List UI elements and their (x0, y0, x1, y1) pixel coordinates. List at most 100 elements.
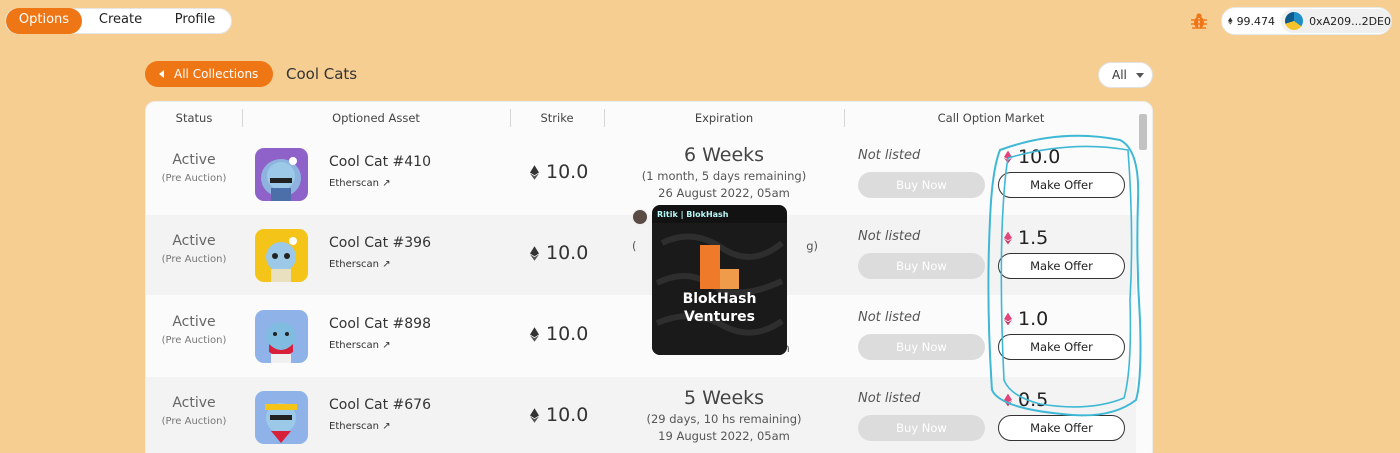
external-link-icon: ↗ (382, 340, 391, 351)
wallet-balance: 99.474 (1236, 14, 1276, 28)
watermark-title: Ritik | BlokHash (657, 210, 729, 219)
status-cell: Active (Pre Auction) (146, 314, 242, 346)
strike-price: 10.0 (530, 404, 588, 426)
options-table: Status Optioned Asset Strike Expiration … (145, 101, 1153, 453)
table-row: Active (Pre Auction) Cool Cat #898 Ether… (146, 296, 1136, 376)
expiration-remaining: (1 month, 5 days remaining) (641, 169, 807, 183)
eth-icon (530, 407, 539, 423)
external-link-icon: ↗ (382, 178, 391, 189)
nft-thumbnail[interactable] (255, 310, 308, 363)
author-avatar (632, 209, 648, 225)
nft-thumbnail[interactable] (255, 148, 308, 201)
offer-value: 1.0 (1018, 308, 1049, 330)
main-nav: Options Create Profile (5, 8, 232, 34)
expiration-date: 26 August 2022, 05am (658, 186, 790, 200)
expiration-remaining-right: g) (806, 239, 818, 253)
expiration-duration: 5 Weeks (683, 387, 765, 409)
blokhash-logo (652, 223, 787, 355)
account-button[interactable]: 0xA209...2DE0 (1281, 9, 1391, 33)
etherscan-label: Etherscan (329, 178, 380, 189)
etherscan-label: Etherscan (329, 340, 380, 351)
nft-thumbnail[interactable] (255, 391, 308, 444)
table-row: Active (Pre Auction) Cool Cat #396 Ether… (146, 215, 1136, 295)
bug-icon[interactable] (1190, 12, 1208, 30)
offer-price: 0.5 (1004, 389, 1048, 411)
status-sub: (Pre Auction) (161, 416, 227, 427)
offer-value: 10.0 (1018, 146, 1061, 168)
asset-name: Cool Cat #676 (329, 397, 431, 413)
status-sub: (Pre Auction) (161, 254, 227, 265)
eth-icon (1228, 17, 1233, 25)
col-strike: Strike (540, 111, 574, 125)
all-collections-button[interactable]: All Collections (145, 61, 273, 87)
offer-value: 1.5 (1018, 227, 1049, 249)
eth-icon (530, 164, 539, 180)
tab-options[interactable]: Options (6, 8, 82, 34)
tab-create[interactable]: Create (82, 8, 159, 34)
status-label: Active (172, 152, 216, 168)
scrollbar-thumb[interactable] (1139, 114, 1147, 150)
etherscan-link[interactable]: Etherscan ↗ (329, 340, 391, 351)
brand-line-1: BlokHash (682, 291, 757, 307)
external-link-icon: ↗ (382, 259, 391, 270)
eth-icon (1004, 150, 1012, 164)
offer-price: 1.0 (1004, 308, 1048, 330)
etherscan-label: Etherscan (329, 259, 380, 270)
status-cell: Active (Pre Auction) (146, 233, 242, 265)
etherscan-link[interactable]: Etherscan ↗ (329, 259, 391, 270)
expiration-date: 19 August 2022, 05am (658, 429, 790, 443)
make-offer-button[interactable]: Make Offer (998, 415, 1125, 441)
buy-now-button[interactable]: Buy Now (858, 415, 985, 441)
offer-value: 0.5 (1018, 389, 1049, 411)
nft-thumbnail[interactable] (255, 229, 308, 282)
buy-now-button[interactable]: Buy Now (858, 253, 985, 279)
expiration-remaining-left: ( (632, 239, 637, 253)
watermark-card: Ritik | BlokHash BlokHash Ventures (652, 205, 787, 355)
table-row: Active (Pre Auction) Cool Cat #676 Ether… (146, 377, 1136, 453)
tab-profile[interactable]: Profile (159, 8, 231, 34)
status-sub: (Pre Auction) (161, 335, 227, 346)
make-offer-button[interactable]: Make Offer (998, 334, 1125, 360)
all-collections-label: All Collections (174, 67, 259, 81)
expiration-cell: 5 Weeks (29 days, 10 hs remaining) 19 Au… (606, 387, 842, 443)
offer-price: 10.0 (1004, 146, 1060, 168)
expiration-remaining: (29 days, 10 hs remaining) (646, 412, 802, 426)
strike-price: 10.0 (530, 161, 588, 183)
buy-now-button[interactable]: Buy Now (858, 172, 985, 198)
strike-value: 10.0 (546, 242, 589, 264)
status-label: Active (172, 314, 216, 330)
strike-value: 10.0 (546, 404, 589, 426)
etherscan-label: Etherscan (329, 421, 380, 432)
strike-price: 10.0 (530, 242, 588, 264)
eth-icon (1004, 393, 1012, 407)
chevron-left-icon (159, 70, 164, 78)
wallet-widget[interactable]: 99.474 0xA209...2DE0 (1221, 7, 1392, 35)
col-asset: Optioned Asset (332, 111, 420, 125)
strike-value: 10.0 (546, 161, 589, 183)
market-status: Not listed (858, 391, 921, 406)
expiration-cell: 6 Weeks (1 month, 5 days remaining) 26 A… (606, 144, 842, 200)
status-cell: Active (Pre Auction) (146, 152, 242, 184)
wallet-address: 0xA209...2DE0 (1309, 14, 1391, 28)
market-status: Not listed (858, 310, 921, 325)
buy-now-button[interactable]: Buy Now (858, 334, 985, 360)
etherscan-link[interactable]: Etherscan ↗ (329, 421, 391, 432)
asset-name: Cool Cat #396 (329, 235, 431, 251)
market-status: Not listed (858, 229, 921, 244)
offer-price: 1.5 (1004, 227, 1048, 249)
filter-select[interactable]: All (1098, 62, 1153, 88)
external-link-icon: ↗ (382, 421, 391, 432)
etherscan-link[interactable]: Etherscan ↗ (329, 178, 391, 189)
status-cell: Active (Pre Auction) (146, 395, 242, 427)
table-header: Status Optioned Asset Strike Expiration … (146, 102, 1152, 134)
eth-icon (530, 245, 539, 261)
eth-icon (1004, 312, 1012, 326)
asset-name: Cool Cat #898 (329, 316, 431, 332)
eth-icon (1004, 231, 1012, 245)
make-offer-button[interactable]: Make Offer (998, 172, 1125, 198)
strike-price: 10.0 (530, 323, 588, 345)
market-status: Not listed (858, 148, 921, 163)
make-offer-button[interactable]: Make Offer (998, 253, 1125, 279)
status-label: Active (172, 233, 216, 249)
brand-line-2: Ventures (684, 309, 755, 325)
